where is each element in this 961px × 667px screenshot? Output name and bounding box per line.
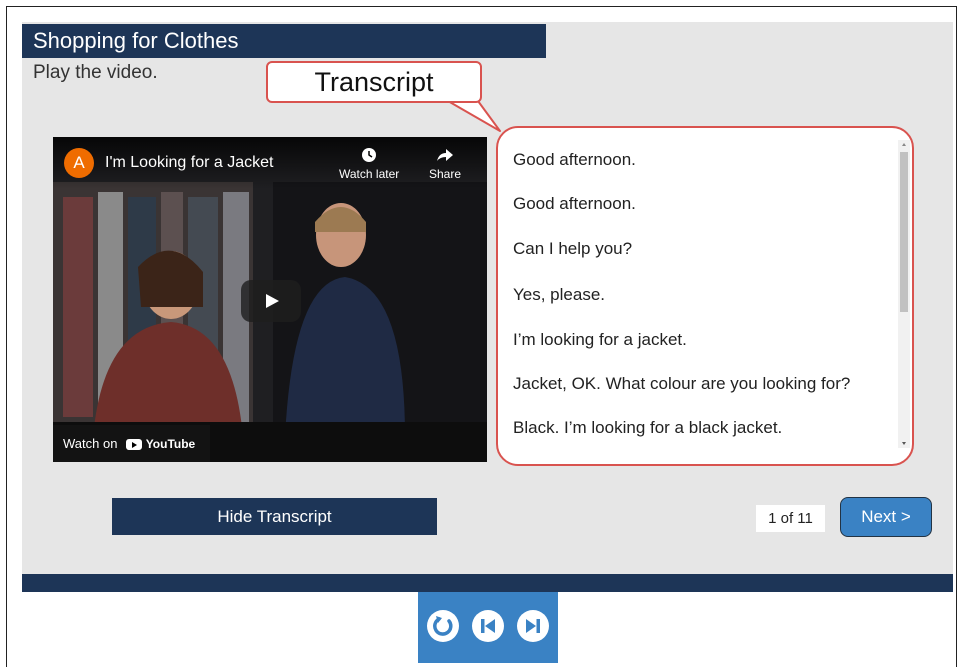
transcript-line: Yes, please. xyxy=(513,285,605,304)
clock-icon xyxy=(362,148,377,162)
next-nav-button[interactable] xyxy=(517,610,549,642)
nav-controls xyxy=(418,592,558,663)
page-title: Shopping for Clothes xyxy=(22,24,546,58)
play-icon xyxy=(266,294,279,308)
page-counter: 1 of 11 xyxy=(756,505,825,532)
restart-button[interactable] xyxy=(427,610,459,642)
watch-later-label: Watch later xyxy=(339,167,400,181)
transcript-line: Black. I’m looking for a black jacket. xyxy=(513,418,783,437)
transcript-line: I’m looking for a jacket. xyxy=(513,330,687,349)
previous-icon xyxy=(481,619,495,633)
youtube-label: YouTube xyxy=(145,437,196,451)
youtube-logo-icon xyxy=(126,439,143,451)
instruction-text: Play the video. xyxy=(33,62,158,83)
next-button[interactable]: Next > xyxy=(840,497,932,537)
transcript-line: Good afternoon. xyxy=(513,194,636,213)
video-player[interactable]: A I'm Looking for a Jacket Watch later S… xyxy=(53,137,487,462)
previous-button[interactable] xyxy=(472,610,504,642)
play-button[interactable] xyxy=(241,280,301,322)
transcript-line: Good afternoon. xyxy=(513,150,636,169)
transcript-line: Can I help you? xyxy=(513,239,633,258)
share-button[interactable]: Share xyxy=(429,147,461,181)
transcript-panel[interactable]: Good afternoon. Good afternoon. Can I he… xyxy=(496,126,914,466)
transcript-line: Jacket, OK. What colour are you looking … xyxy=(513,374,851,393)
footer-bar xyxy=(22,574,953,592)
scroll-up-icon[interactable] xyxy=(898,140,910,148)
share-icon xyxy=(437,149,454,161)
scrollbar-thumb[interactable] xyxy=(900,152,908,312)
scroll-down-icon[interactable] xyxy=(898,440,910,448)
watch-on-label: Watch on xyxy=(63,436,118,451)
share-label: Share xyxy=(429,167,462,181)
hide-transcript-button[interactable]: Hide Transcript xyxy=(112,498,437,535)
watch-on-youtube-link[interactable]: Watch on YouTube xyxy=(53,425,210,462)
video-title[interactable]: I'm Looking for a Jacket xyxy=(105,154,273,172)
restart-icon xyxy=(433,616,453,636)
next-icon xyxy=(526,619,540,633)
channel-avatar[interactable]: A xyxy=(64,148,94,178)
transcript-scrollbar[interactable] xyxy=(898,140,910,448)
transcript-callout: Transcript xyxy=(266,61,482,103)
watch-later-button[interactable]: Watch later xyxy=(339,147,399,181)
